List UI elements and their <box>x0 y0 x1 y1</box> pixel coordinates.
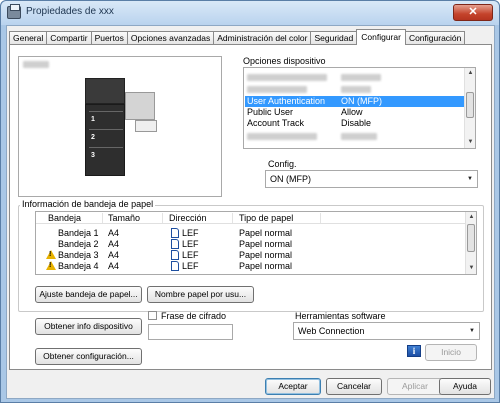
list-item-public-user[interactable]: Public User Allow <box>245 107 464 118</box>
table-row[interactable]: Bandeja 1 A4 LEF Papel normal <box>36 227 476 238</box>
config-label: Config. <box>268 159 297 169</box>
chevron-down-icon: ▼ <box>469 328 475 334</box>
tab-administracion-color[interactable]: Administración del color <box>213 31 312 45</box>
option-name: Public User <box>247 107 294 117</box>
accept-button[interactable]: Aceptar <box>265 378 321 395</box>
tray-cell: Bandeja 4 <box>58 261 99 271</box>
config-value: ON (MFP) <box>270 174 311 184</box>
software-tools-select[interactable]: Web Connection ▼ <box>293 322 480 340</box>
device-preview: 1 2 3 <box>18 56 222 197</box>
document-icon <box>171 250 179 260</box>
tab-configuracion[interactable]: Configuración <box>404 31 466 45</box>
warning-icon <box>46 261 56 270</box>
document-icon <box>171 261 179 271</box>
adjust-paper-tray-button[interactable]: Ajuste bandeja de papel... <box>35 286 142 303</box>
configurar-tab-panel: 1 2 3 Opciones dispositivo User Authenti… <box>9 44 492 370</box>
list-item-blurred <box>245 72 464 83</box>
config-select[interactable]: ON (MFP) ▼ <box>265 170 478 188</box>
tab-compartir[interactable]: Compartir <box>46 31 92 45</box>
chevron-down-icon: ▼ <box>467 176 473 182</box>
column-header-direction: Dirección <box>169 213 207 223</box>
tab-configurar[interactable]: Configurar <box>356 29 406 45</box>
option-value: Allow <box>341 107 363 117</box>
size-cell: A4 <box>108 261 120 271</box>
tray-number: 1 <box>89 111 123 128</box>
paper-tray-scrollbar[interactable]: ▲ ▼ <box>465 212 476 274</box>
document-icon <box>171 239 179 249</box>
close-button[interactable]: ✕ <box>453 4 493 21</box>
table-row[interactable]: Bandeja 3 A4 LEF Papel normal <box>36 249 476 260</box>
tray-number: 3 <box>89 147 123 164</box>
cancel-button[interactable]: Cancelar <box>326 378 382 395</box>
table-row[interactable]: Bandeja 2 A4 LEF Papel normal <box>36 238 476 249</box>
option-name: User Authentication <box>247 96 326 106</box>
tab-puertos[interactable]: Puertos <box>90 31 128 45</box>
passphrase-checkbox[interactable] <box>148 311 157 320</box>
paper-tray-table[interactable]: Bandeja Tamaño Dirección Tipo de papel B… <box>35 211 477 275</box>
start-button[interactable]: Inicio <box>425 344 477 361</box>
window-title: Propiedades de xxx <box>26 6 114 17</box>
help-button[interactable]: Ayuda <box>439 378 491 395</box>
dialog-client-area: General Compartir Puertos Opciones avanz… <box>6 25 495 399</box>
warning-icon <box>46 250 56 259</box>
table-row[interactable]: Bandeja 4 A4 LEF Papel normal <box>36 260 476 271</box>
info-icon[interactable]: i <box>407 345 421 357</box>
properties-window: Propiedades de xxx ✕ General Compartir P… <box>0 0 500 403</box>
column-header-paper-type: Tipo de papel <box>239 213 294 223</box>
paper-name-by-user-button[interactable]: Nombre papel por usu... <box>147 286 254 303</box>
apply-button[interactable]: Aplicar <box>387 378 443 395</box>
device-model-label <box>23 61 49 68</box>
paper-tray-group-title: Información de bandeja de papel <box>20 199 156 209</box>
scroll-up-icon[interactable]: ▲ <box>467 70 474 77</box>
tray-number: 2 <box>89 129 123 146</box>
list-item-account-track[interactable]: Account Track Disable <box>245 118 464 129</box>
tab-strip: General Compartir Puertos Opciones avanz… <box>9 29 466 45</box>
passphrase-input[interactable] <box>148 324 233 340</box>
option-value: Disable <box>341 118 372 128</box>
scroll-up-icon[interactable]: ▲ <box>468 214 475 221</box>
list-item-blurred <box>245 131 464 142</box>
column-header-size: Tamaño <box>108 213 141 223</box>
device-options-list[interactable]: User Authentication ON (MFP) Public User… <box>243 67 476 149</box>
document-icon <box>171 228 179 238</box>
option-value: ON (MFP) <box>341 96 382 106</box>
get-configuration-button[interactable]: Obtener configuración... <box>35 348 142 365</box>
tab-opciones-avanzadas[interactable]: Opciones avanzadas <box>126 31 215 45</box>
option-name: Account Track <box>247 118 305 128</box>
table-header: Bandeja Tamaño Dirección Tipo de papel <box>36 212 476 224</box>
list-item-user-authentication[interactable]: User Authentication ON (MFP) <box>245 96 464 107</box>
scroll-thumb[interactable] <box>466 92 474 118</box>
tab-seguridad[interactable]: Seguridad <box>310 31 358 45</box>
printer-icon <box>7 4 21 19</box>
direction-cell: LEF <box>182 261 199 271</box>
list-item-blurred <box>245 84 464 95</box>
tab-general[interactable]: General <box>9 31 48 45</box>
software-tools-value: Web Connection <box>298 326 365 336</box>
software-tools-label: Herramientas software <box>295 311 386 321</box>
scroll-down-icon[interactable]: ▼ <box>468 265 475 272</box>
title-bar[interactable]: Propiedades de xxx ✕ <box>1 1 499 25</box>
passphrase-label: Frase de cifrado <box>161 311 227 321</box>
column-header-tray: Bandeja <box>48 213 82 223</box>
device-options-label: Opciones dispositivo <box>243 56 326 66</box>
scroll-down-icon[interactable]: ▼ <box>467 139 474 146</box>
get-device-info-button[interactable]: Obtener info dispositivo <box>35 318 142 335</box>
printer-image: 1 2 3 <box>85 78 165 178</box>
device-options-scrollbar[interactable]: ▲ ▼ <box>464 68 475 148</box>
scroll-thumb[interactable] <box>467 224 475 252</box>
paper-type-cell: Papel normal <box>239 261 293 271</box>
